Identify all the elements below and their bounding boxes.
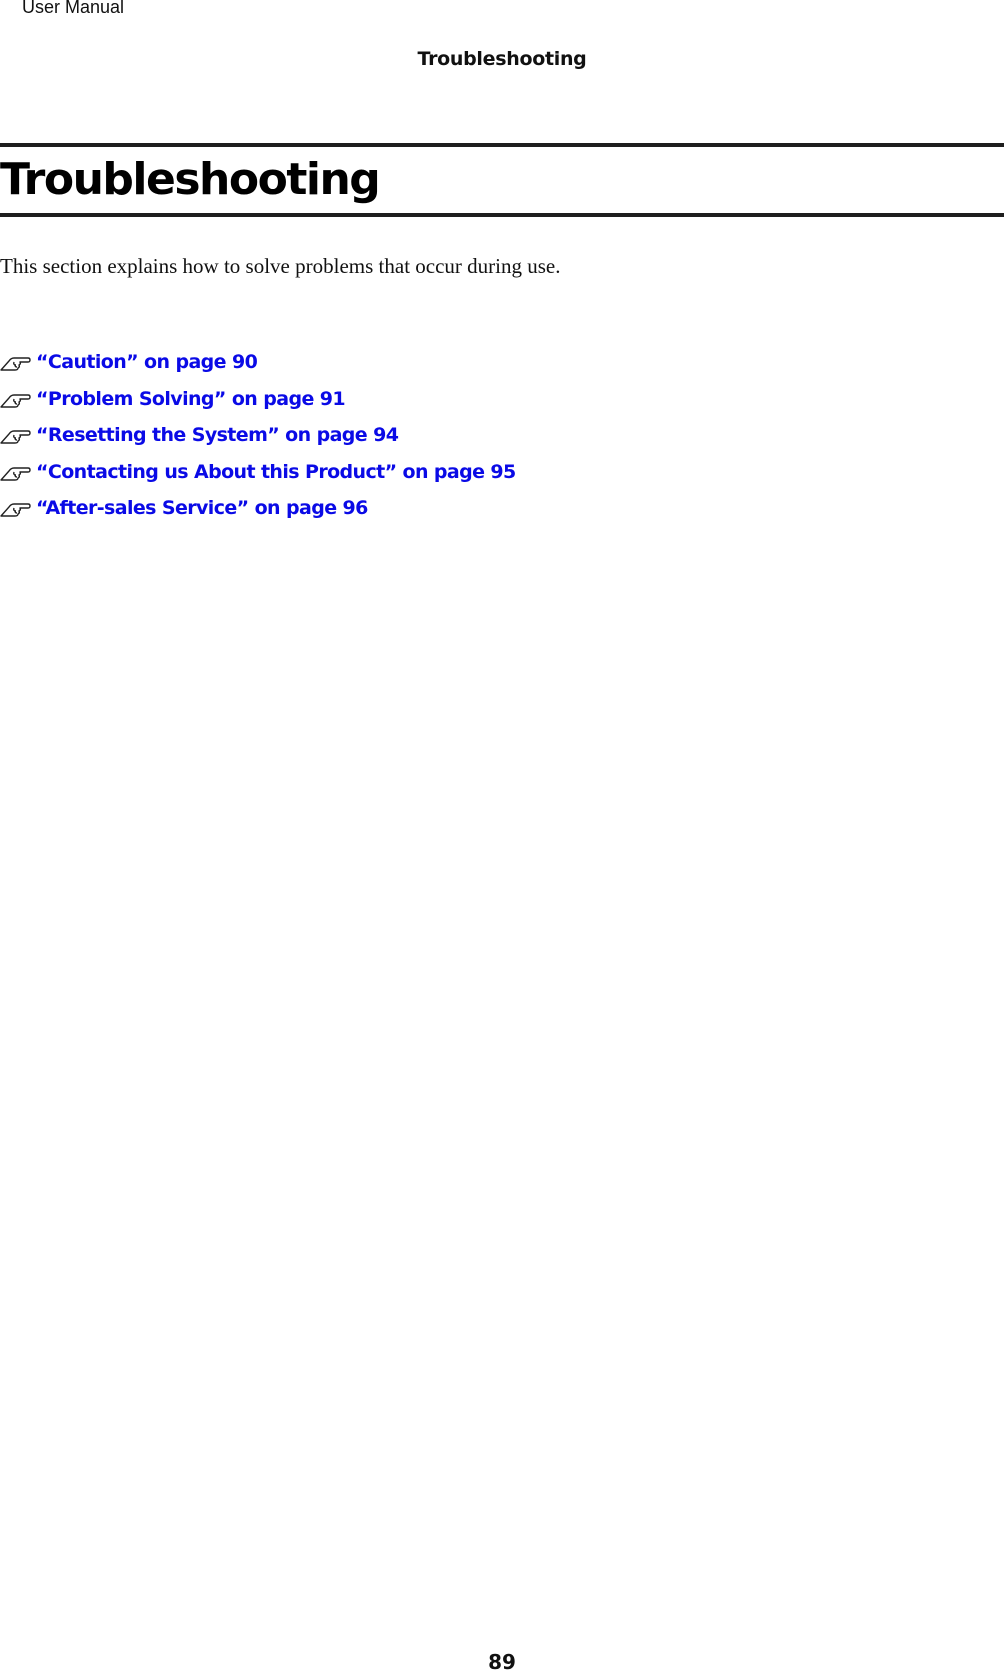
document-name: User Manual bbox=[22, 0, 125, 17]
section-link-list: “Caution” on page 90 “Problem Solving” o… bbox=[0, 344, 516, 527]
pointing-hand-icon bbox=[0, 503, 31, 517]
link-problem-solving[interactable]: “Problem Solving” on page 91 bbox=[36, 388, 346, 410]
link-resetting-the-system[interactable]: “Resetting the System” on page 94 bbox=[36, 424, 399, 446]
page-number: 89 bbox=[488, 1650, 516, 1674]
link-after-sales-service[interactable]: “After-sales Service” on page 96 bbox=[36, 497, 368, 519]
link-caution[interactable]: “Caution” on page 90 bbox=[36, 351, 258, 373]
list-item: “Contacting us About this Product” on pa… bbox=[0, 454, 516, 491]
link-contacting-us[interactable]: “Contacting us About this Product” on pa… bbox=[36, 461, 516, 483]
list-item: “After-sales Service” on page 96 bbox=[0, 490, 516, 527]
list-item: “Resetting the System” on page 94 bbox=[0, 417, 516, 454]
title-bottom-rule bbox=[0, 213, 1004, 217]
list-item: “Problem Solving” on page 91 bbox=[0, 381, 516, 418]
pointing-hand-icon bbox=[0, 394, 31, 408]
title-top-rule bbox=[0, 143, 1004, 147]
pointing-hand-icon bbox=[0, 357, 31, 371]
chapter-title: Troubleshooting bbox=[0, 154, 381, 205]
intro-paragraph: This section explains how to solve probl… bbox=[0, 254, 561, 278]
list-item: “Caution” on page 90 bbox=[0, 344, 516, 381]
running-section-title: Troubleshooting bbox=[417, 48, 587, 70]
pointing-hand-icon bbox=[0, 467, 31, 481]
pointing-hand-icon bbox=[0, 430, 31, 444]
